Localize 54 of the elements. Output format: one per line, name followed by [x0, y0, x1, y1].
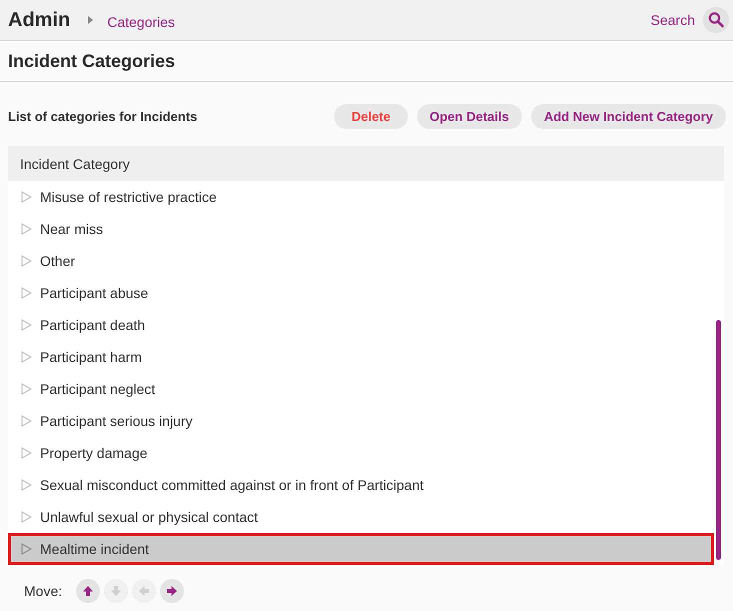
category-name: Misuse of restrictive practice [40, 189, 217, 205]
expand-triangle-icon [21, 319, 32, 331]
arrow-right-icon [166, 585, 178, 597]
toolbar-button[interactable]: Open Details [416, 104, 522, 128]
expand-triangle-icon [21, 191, 32, 203]
toolbar-button[interactable]: Add New Incident Category [530, 104, 726, 128]
expand-triangle-icon [21, 479, 32, 491]
scrollbar-thumb[interactable] [716, 320, 721, 560]
category-row[interactable]: Participant abuse [8, 277, 724, 309]
move-arrow-button[interactable] [160, 579, 184, 603]
arrow-left-icon [138, 585, 150, 597]
expand-triangle-icon [21, 511, 32, 523]
expand-triangle-icon [21, 447, 32, 459]
category-name: Participant abuse [40, 285, 148, 301]
page-title: Incident Categories [8, 50, 176, 72]
category-row[interactable]: Other [8, 245, 724, 277]
app-title: Admin [8, 8, 70, 32]
category-name: Participant death [40, 317, 146, 333]
category-row[interactable]: Sexual misconduct committed against or in front of Participant [8, 469, 724, 501]
category-row[interactable]: Participant death [8, 309, 724, 341]
column-header[interactable]: Incident Category [8, 146, 724, 181]
category-name: Near miss [40, 221, 104, 237]
move-arrow-button[interactable] [76, 579, 100, 603]
category-row[interactable]: Participant neglect [8, 373, 724, 405]
category-row[interactable]: Near miss [8, 213, 724, 245]
category-row[interactable]: Participant serious injury [8, 405, 724, 437]
breadcrumb-link[interactable]: Categories [107, 14, 175, 30]
search-link[interactable]: Search [650, 12, 695, 28]
expand-triangle-icon [21, 287, 32, 299]
category-name: Property damage [40, 445, 148, 461]
category-name: Other [40, 253, 76, 269]
caret-icon [88, 16, 94, 24]
category-row[interactable]: Mealtime incident [8, 533, 714, 565]
expand-triangle-icon [21, 415, 32, 427]
category-row[interactable]: Unlawful sexual or physical contact [8, 501, 724, 533]
category-row[interactable]: Misuse of restrictive practice [8, 181, 724, 213]
category-row[interactable]: Participant harm [8, 341, 724, 373]
category-name: Participant serious injury [40, 413, 193, 429]
arrow-down-icon [110, 585, 122, 597]
category-name: Participant harm [40, 349, 142, 365]
list-caption: List of categories for Incidents [8, 108, 198, 124]
expand-triangle-icon [21, 223, 32, 235]
expand-triangle-icon [21, 351, 32, 363]
search-icon[interactable] [703, 7, 729, 33]
arrow-up-icon [82, 585, 94, 597]
category-name: Unlawful sexual or physical contact [40, 509, 258, 525]
move-label: Move: [24, 583, 62, 599]
category-name: Participant neglect [40, 381, 156, 397]
category-row[interactable]: Property damage [8, 437, 724, 469]
expand-triangle-icon [21, 543, 32, 555]
expand-triangle-icon [21, 255, 32, 267]
expand-triangle-icon [21, 383, 32, 395]
category-name: Sexual misconduct committed against or in front of Participant [40, 477, 424, 493]
category-name: Mealtime incident [40, 541, 149, 557]
